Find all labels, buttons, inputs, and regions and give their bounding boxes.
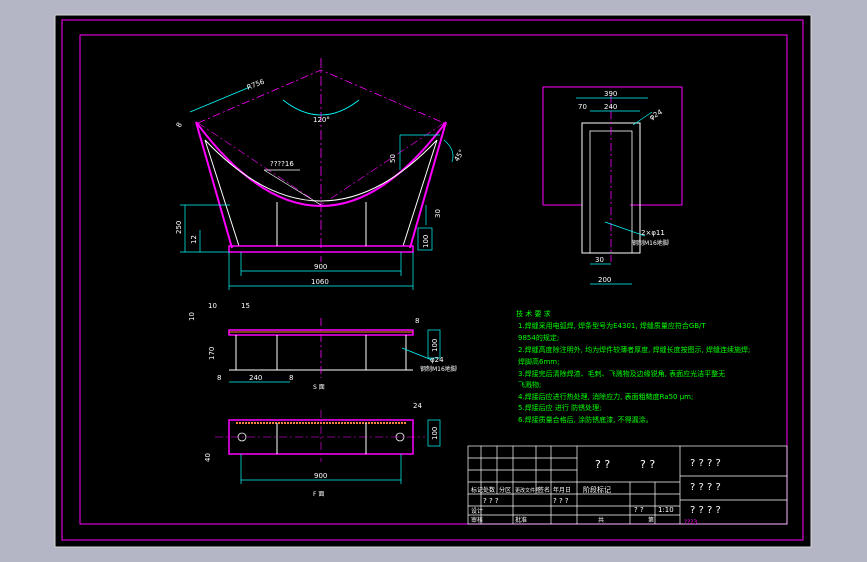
dim-240: 240 (249, 374, 262, 382)
dim-10a: 10 (208, 302, 217, 310)
cell-scale-label: ? ? (634, 506, 644, 514)
dim-8b: 8 (289, 374, 293, 382)
row-label-1: 标记 (471, 486, 483, 494)
dim-100: 100 (431, 427, 439, 440)
dim-12: 12 (190, 235, 198, 244)
dim-phi24: φ24 (430, 356, 444, 364)
note-line-4: 焊脚高6mm; (518, 357, 559, 366)
dim-900: 900 (314, 472, 327, 480)
note-holes: 钢制M16地脚 (632, 239, 669, 247)
notes-title: 技 术 要 求 (516, 309, 551, 318)
dim-holes: 2×φ11 (641, 229, 665, 237)
plan-label: F 面 (313, 491, 324, 498)
note-line-1: 1.焊缝采用电弧焊, 焊条型号为E4301, 焊缝质量应符合GB/T (518, 321, 706, 330)
cell-b: ? ? ? (553, 497, 569, 505)
row-label-6: 年月日 (553, 486, 571, 494)
dim-8-right: 8 (415, 317, 419, 325)
note-line-5: 3.焊接完后清除焊渣、毛刺、飞溅物及边缘锐角, 表面应光洁平整无 (518, 369, 725, 378)
cell-check: 审核 (471, 516, 483, 524)
dim-250: 250 (175, 221, 183, 234)
cad-viewport[interactable]: 120° R756 8 ????16 50 45° 30 100 250 12 … (0, 0, 867, 562)
cell-design: 设计 (471, 507, 483, 515)
row-label-3: 分区 (499, 486, 511, 494)
note-line-2: 9854的规定; (518, 333, 559, 342)
company-1: ? ? ? ? (690, 458, 721, 469)
dim-15: 15 (241, 302, 250, 310)
cell-stage: 阶段标记 (583, 485, 611, 494)
dim-angle: 120° (313, 116, 330, 124)
note-line-3: 2.焊缝高度除注明外, 均为焊件较薄者厚度, 焊缝长度按图示, 焊缝连续施焊; (518, 345, 750, 354)
dim-24: 24 (413, 402, 422, 410)
dim-10b: 10 (188, 312, 196, 321)
row-label-2: 处数 (483, 486, 495, 494)
dim-8a: 8 (217, 374, 221, 382)
note-line-8: 5.焊接后应 进行 防锈处理; (518, 403, 602, 412)
dim-weld: ????16 (270, 160, 294, 168)
dim-70: 70 (578, 103, 587, 111)
note-anchor: 钢制M16地脚 (420, 365, 457, 373)
company-3: ? ? ? ? (690, 505, 721, 516)
part-name: ? ? (595, 458, 610, 471)
dim-170: 170 (208, 347, 216, 360)
note-line-6: 飞溅物; (518, 380, 541, 389)
dim-1060: 1060 (311, 278, 329, 286)
note-line-9: 6.焊接质量合格后, 涂防锈底漆, 不得漏涂。 (518, 415, 653, 424)
part-name-2: ? ? (640, 458, 655, 471)
scale-value: 1:10 (658, 506, 674, 514)
dim-100: 100 (422, 235, 430, 248)
dim-50: 50 (389, 154, 397, 163)
dim-30: 30 (434, 209, 442, 218)
row-label-5: 签名 (538, 486, 550, 494)
section-label: S 面 (313, 384, 325, 391)
dim-100: 100 (431, 339, 439, 352)
dim-240: 240 (604, 103, 617, 111)
cell-approve: 批准 (515, 516, 527, 524)
dim-900: 900 (314, 263, 327, 271)
cell-sheet-2: 第 (648, 516, 654, 524)
row-label-4: 更改文件号 (515, 487, 540, 494)
company-2: ? ? ? ? (690, 482, 721, 493)
dim-30: 30 (595, 256, 604, 264)
cell-sheet: 共 (598, 516, 604, 524)
cell-a: ? ? ? (483, 497, 499, 505)
dim-200: 200 (598, 276, 611, 284)
dim-390: 390 (604, 90, 617, 98)
drawing-number: ???3 (684, 519, 698, 526)
dim-40: 40 (204, 453, 212, 462)
note-line-7: 4.焊接后应进行热处理, 消除应力, 表面粗糙度Ra50 μm; (518, 392, 693, 401)
